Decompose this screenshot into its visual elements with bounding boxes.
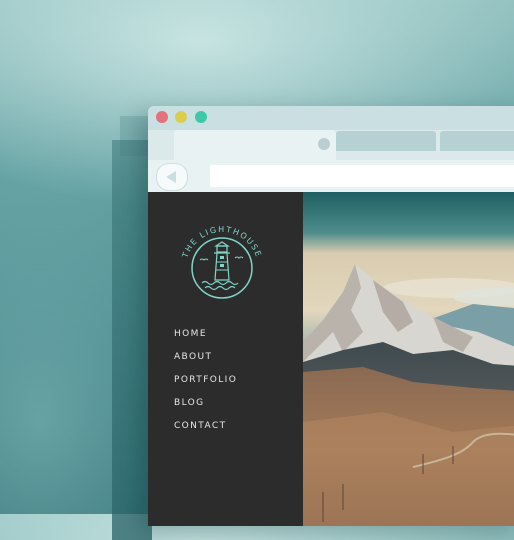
close-button[interactable] xyxy=(156,111,168,123)
window-shadow xyxy=(112,140,152,540)
browser-window: THE LIGHTHOUSE HOME ABOUT PORTFOLIO BLOG… xyxy=(148,106,514,526)
address-bar[interactable] xyxy=(210,165,514,187)
hero-image xyxy=(303,192,514,526)
minimize-button[interactable] xyxy=(175,111,187,123)
tab-close-icon[interactable] xyxy=(318,138,330,150)
tab-active[interactable] xyxy=(174,130,336,160)
nav-item-contact[interactable]: CONTACT xyxy=(174,420,237,443)
nav-item-blog[interactable]: BLOG xyxy=(174,397,237,420)
nav-item-home[interactable]: HOME xyxy=(174,328,237,351)
nav-item-about[interactable]: ABOUT xyxy=(174,351,237,374)
maximize-button[interactable] xyxy=(195,111,207,123)
mountain-landscape-image xyxy=(303,192,514,526)
lighthouse-icon: THE LIGHTHOUSE xyxy=(180,225,262,299)
tab-2[interactable] xyxy=(336,131,436,151)
navigation-bar xyxy=(148,160,514,192)
back-arrow-icon xyxy=(166,171,176,183)
nav-item-portfolio[interactable]: PORTFOLIO xyxy=(174,374,237,397)
tab-3[interactable] xyxy=(440,131,514,151)
sidebar: THE LIGHTHOUSE HOME ABOUT PORTFOLIO BLOG… xyxy=(148,192,303,526)
main-nav: HOME ABOUT PORTFOLIO BLOG CONTACT xyxy=(174,328,237,443)
title-bar xyxy=(148,106,514,130)
back-button[interactable] xyxy=(156,163,188,191)
site-logo[interactable]: THE LIGHTHOUSE xyxy=(172,210,272,314)
